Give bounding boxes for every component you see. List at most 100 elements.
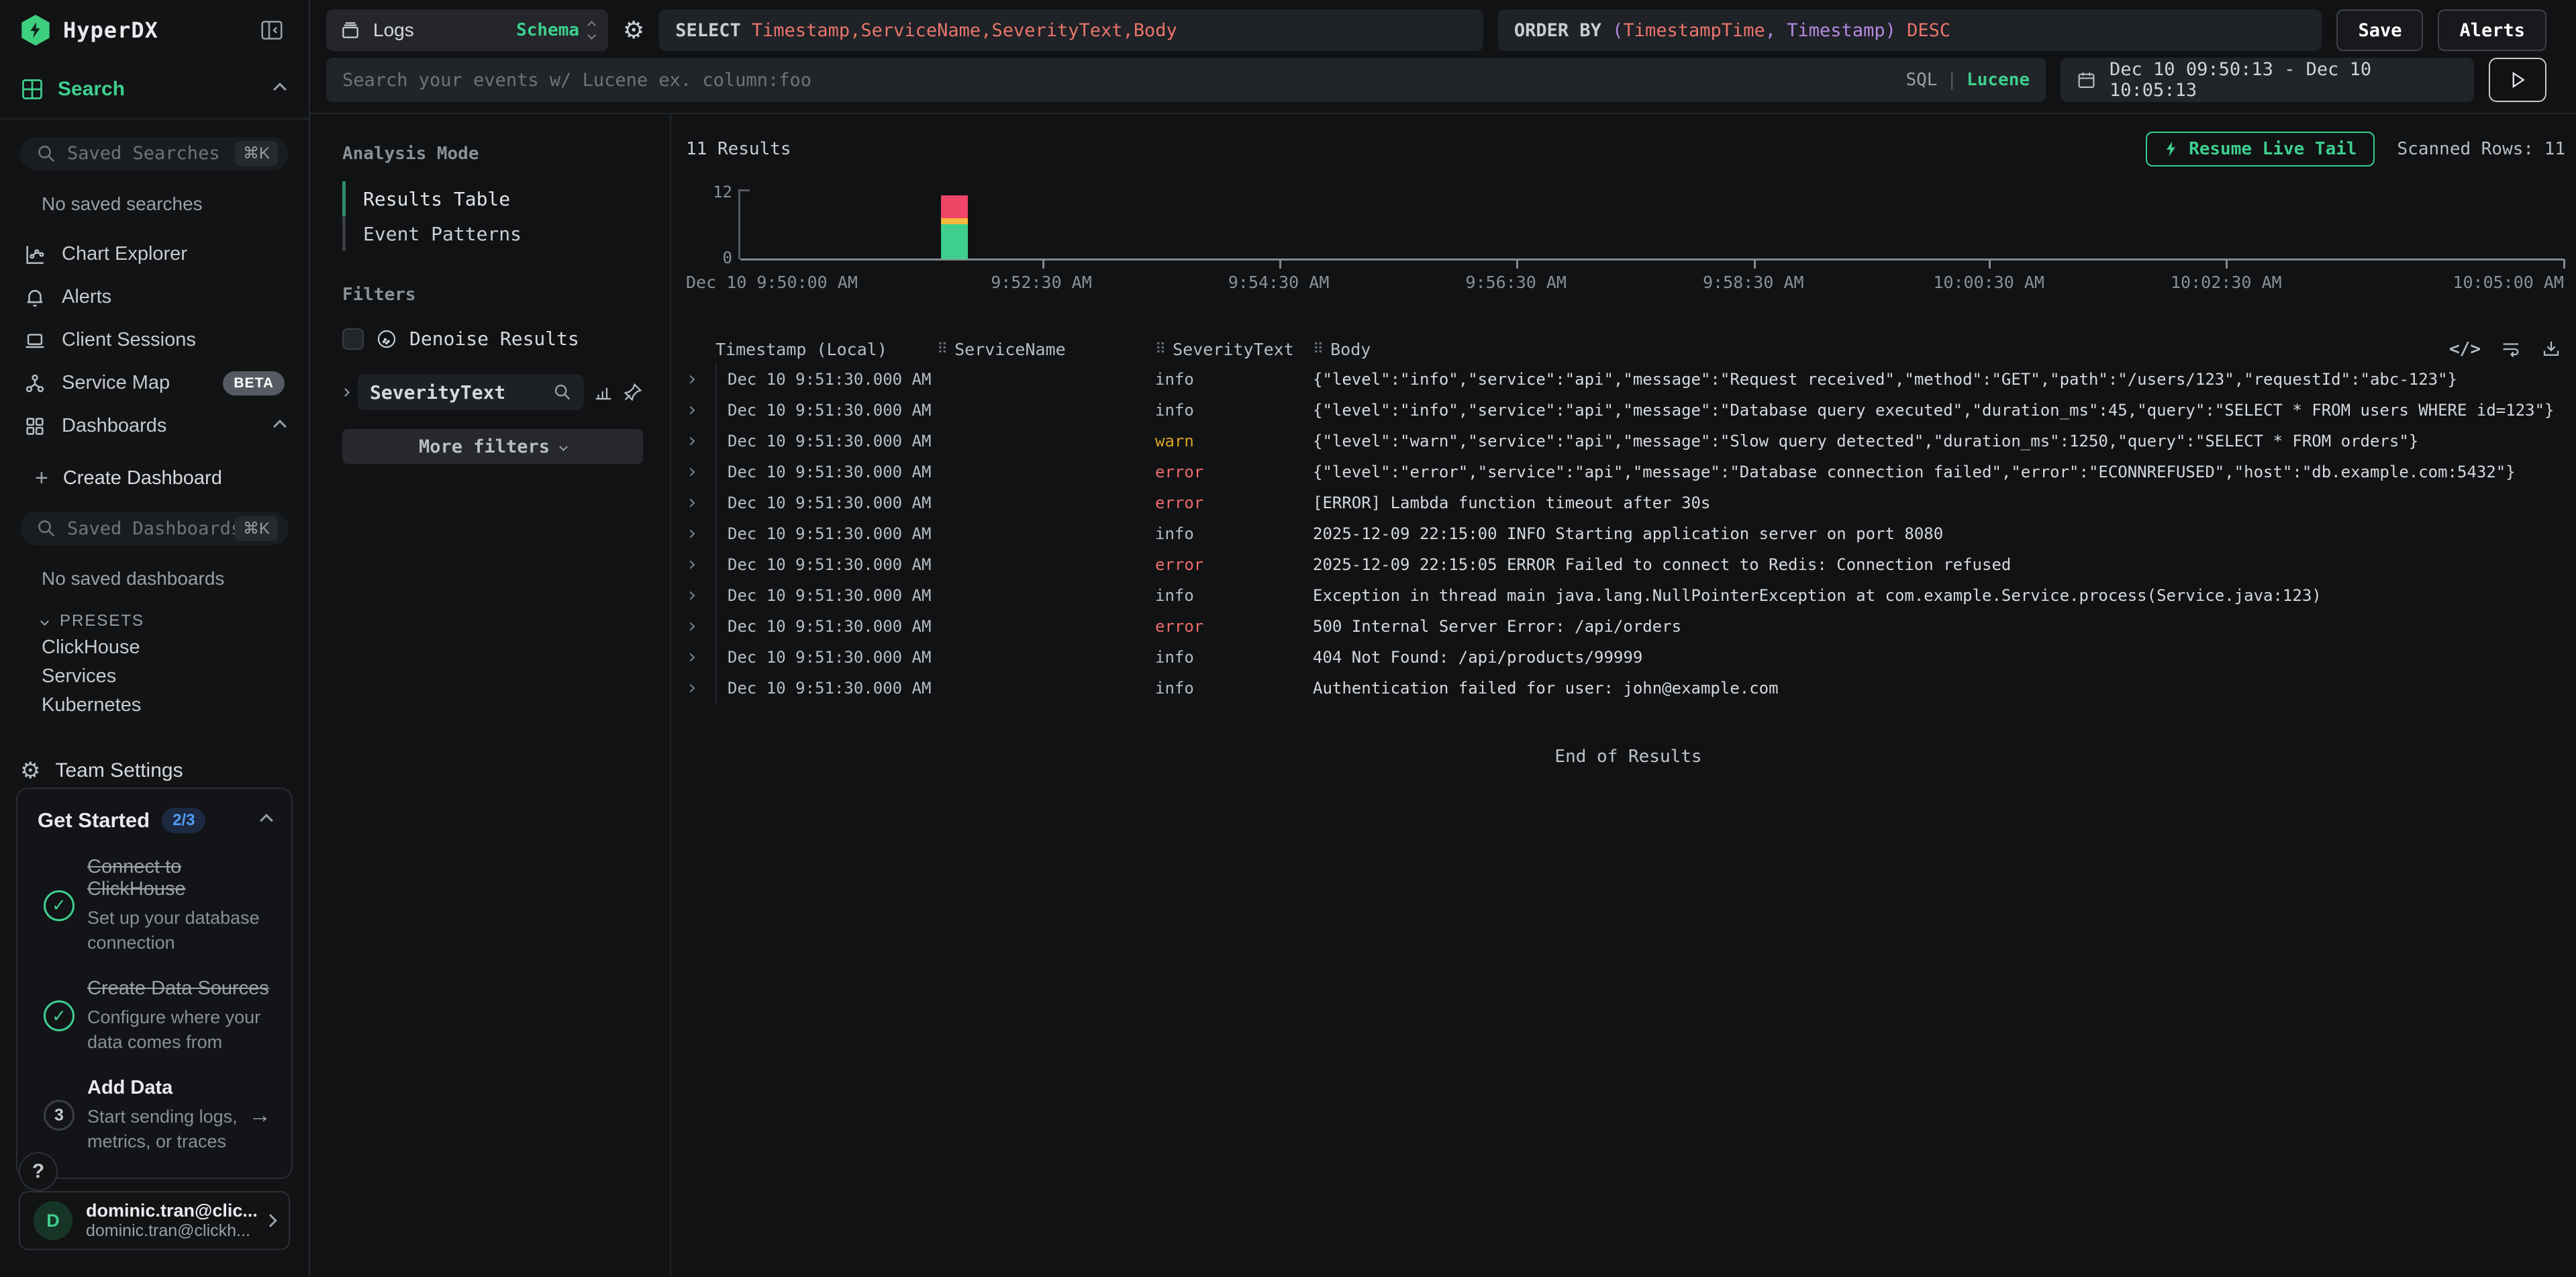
plus-icon: + [35, 465, 48, 491]
chevron-up-icon[interactable] [260, 814, 273, 828]
get-started-card: Get Started 2/3 ✓ Connect to ClickHouse … [16, 788, 293, 1179]
content: Analysis Mode Results Table Event Patter… [310, 114, 2576, 1277]
expand-chevron-icon[interactable]: › [686, 616, 715, 636]
date-range-picker[interactable]: Dec 10 09:50:13 - Dec 10 10:05:13 [2061, 58, 2474, 102]
sidebar-item-service-map[interactable]: Service Map BETA [0, 363, 309, 404]
saved-dashboards-box[interactable]: ⌘K [20, 512, 289, 545]
help-button[interactable]: ? [19, 1152, 58, 1191]
sidebar-section-search[interactable]: Search [0, 73, 309, 106]
expand-chevron-icon[interactable]: › [686, 400, 715, 420]
preset-kubernetes[interactable]: Kubernetes [0, 691, 309, 720]
download-icon[interactable] [2541, 339, 2561, 359]
run-query-button[interactable] [2489, 58, 2546, 102]
cell-timestamp: Dec 10 9:51:30.000 AM [715, 518, 937, 549]
histogram-plot[interactable]: 12 0 [738, 189, 2564, 259]
query-settings-gear-icon[interactable]: ⚙ [623, 16, 644, 44]
cell-body: {"level":"warn","service":"api","message… [1313, 432, 2571, 451]
user-menu[interactable]: D dominic.tran@clic... dominic.tran@clic… [19, 1191, 290, 1250]
cell-timestamp: Dec 10 9:51:30.000 AM [715, 426, 937, 457]
expand-chevron-icon[interactable]: › [686, 462, 715, 482]
event-search-box[interactable]: SQL | Lucene [326, 58, 2046, 102]
expand-chevron-icon[interactable]: › [686, 431, 715, 451]
beta-badge: BETA [223, 371, 285, 395]
cell-body: {"level":"error","service":"api","messag… [1313, 463, 2571, 481]
log-row[interactable]: › Dec 10 9:51:30.000 AM info {"level":"i… [686, 364, 2571, 395]
select-keyword: SELECT [675, 20, 741, 41]
cell-severity: warn [1155, 432, 1313, 451]
search-icon[interactable] [553, 383, 572, 401]
col-timestamp[interactable]: Timestamp (Local) [715, 340, 937, 359]
col-servicename[interactable]: ⠿ServiceName [937, 340, 1155, 359]
col-body[interactable]: ⠿Body </> [1313, 339, 2571, 359]
drag-grip-icon[interactable]: ⠿ [1155, 341, 1166, 358]
expand-chevron-icon[interactable]: › [686, 585, 715, 606]
log-row[interactable]: › Dec 10 9:51:30.000 AM info Authenticat… [686, 673, 2571, 704]
log-row[interactable]: › Dec 10 9:51:30.000 AM info 2025-12-09 … [686, 518, 2571, 549]
denoise-checkbox[interactable] [342, 328, 364, 350]
mode-results-table[interactable]: Results Table [342, 181, 643, 216]
get-started-step-sources[interactable]: ✓ Create Data Sources Configure where yo… [38, 978, 271, 1054]
chevron-up-icon[interactable] [273, 420, 287, 433]
sidebar-item-chart-explorer[interactable]: Chart Explorer [0, 234, 309, 275]
create-dashboard-button[interactable]: + Create Dashboard [0, 462, 309, 494]
sidebar-item-client-sessions[interactable]: Client Sessions [0, 320, 309, 361]
get-started-step-connect[interactable]: ✓ Connect to ClickHouse Set up your data… [38, 856, 271, 955]
mode-event-patterns[interactable]: Event Patterns [342, 216, 643, 251]
log-row[interactable]: › Dec 10 9:51:30.000 AM warn {"level":"w… [686, 426, 2571, 457]
saved-dashboards-input[interactable] [67, 518, 235, 539]
severity-filter-pill[interactable]: SeverityText [358, 374, 584, 410]
saved-searches-input[interactable] [67, 143, 235, 164]
nav-label: Chart Explorer [62, 243, 187, 265]
log-row[interactable]: › Dec 10 9:51:30.000 AM error 2025-12-09… [686, 549, 2571, 580]
cell-timestamp: Dec 10 9:51:30.000 AM [715, 487, 937, 518]
more-filters-button[interactable]: More filters [342, 429, 643, 464]
log-row[interactable]: › Dec 10 9:51:30.000 AM error 500 Intern… [686, 611, 2571, 642]
filter-chart-icon[interactable] [593, 382, 613, 402]
log-row[interactable]: › Dec 10 9:51:30.000 AM info 404 Not Fou… [686, 642, 2571, 673]
save-button[interactable]: Save [2336, 9, 2423, 51]
nav-label: Service Map [62, 372, 170, 394]
presets-toggle[interactable]: PRESETS [0, 610, 309, 632]
sql-mode-label[interactable]: SQL [1905, 70, 1937, 90]
query-language-toggle[interactable]: SQL | Lucene [1905, 70, 2030, 90]
lucene-mode-label[interactable]: Lucene [1967, 70, 2030, 90]
pin-icon[interactable] [623, 382, 643, 402]
select-clause-field[interactable]: SELECT Timestamp,ServiceName,SeverityTex… [659, 9, 1483, 51]
resume-live-tail-button[interactable]: Resume Live Tail [2146, 132, 2374, 167]
expand-chevron-icon[interactable]: › [686, 493, 715, 513]
log-row[interactable]: › Dec 10 9:51:30.000 AM info Exception i… [686, 580, 2571, 611]
source-select[interactable]: Logs Schema [326, 9, 608, 51]
saved-searches-box[interactable]: ⌘K [20, 137, 289, 171]
bar-segment-error [941, 195, 968, 219]
expand-chevron-icon[interactable]: › [686, 647, 715, 667]
event-search-input[interactable] [342, 70, 1905, 91]
chevron-up-icon[interactable] [273, 83, 287, 96]
order-by-field[interactable]: ORDER BY (TimestampTime, Timestamp) DESC [1498, 9, 2322, 51]
alerts-button[interactable]: Alerts [2438, 9, 2546, 51]
drag-grip-icon[interactable]: ⠿ [1313, 341, 1324, 358]
sidebar-collapse-icon[interactable] [259, 17, 285, 43]
denoise-results-row[interactable]: Denoise Results [342, 328, 643, 350]
preset-clickhouse[interactable]: ClickHouse [0, 633, 309, 662]
expand-chevron-icon[interactable]: › [686, 678, 715, 698]
log-row[interactable]: › Dec 10 9:51:30.000 AM error {"level":"… [686, 457, 2571, 487]
log-row[interactable]: › Dec 10 9:51:30.000 AM error [ERROR] La… [686, 487, 2571, 518]
code-view-icon[interactable]: </> [2449, 339, 2481, 359]
preset-services[interactable]: Services [0, 662, 309, 691]
expand-chevron-icon[interactable]: › [686, 524, 715, 544]
log-row[interactable]: › Dec 10 9:51:30.000 AM info {"level":"i… [686, 395, 2571, 426]
expand-chevron-icon[interactable]: › [686, 555, 715, 575]
chevron-right-icon[interactable] [341, 388, 350, 397]
x-tick-label: 9:56:30 AM [1465, 273, 1567, 292]
cell-timestamp: Dec 10 9:51:30.000 AM [715, 364, 937, 395]
expand-chevron-icon[interactable]: › [686, 369, 715, 389]
col-severitytext[interactable]: ⠿SeverityText [1155, 340, 1313, 359]
drag-grip-icon[interactable]: ⠿ [937, 341, 948, 358]
team-settings-button[interactable]: ⚙ Team Settings [0, 753, 309, 788]
sidebar-item-alerts[interactable]: Alerts [0, 277, 309, 318]
get-started-step-add-data[interactable]: 3 Add Data Start sending logs, metrics, … [38, 1077, 271, 1153]
arrow-right-icon: → [248, 1102, 271, 1129]
divider [0, 118, 309, 120]
wrap-text-icon[interactable] [2501, 339, 2521, 359]
sidebar-item-dashboards[interactable]: Dashboards [0, 406, 309, 447]
